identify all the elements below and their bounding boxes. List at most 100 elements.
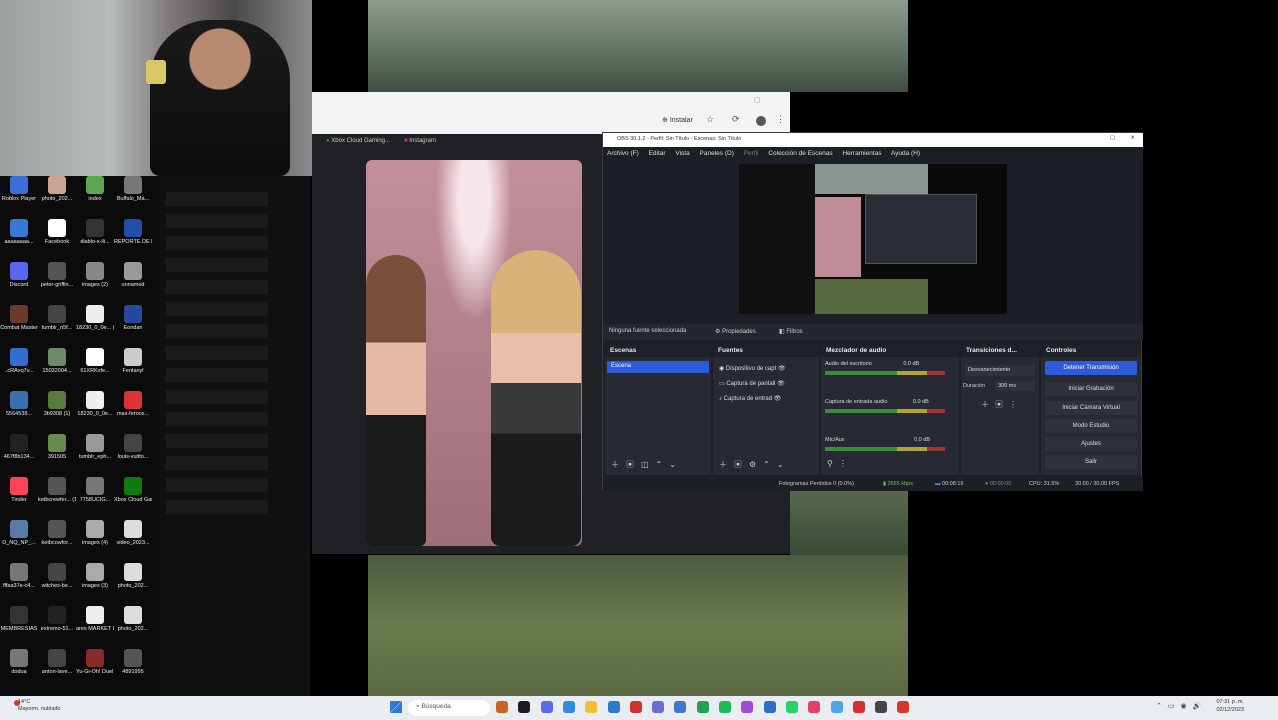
start-virtual-camera-button[interactable]: Iniciar Cámara Virtual [1045,401,1137,415]
taskbar-app-icon[interactable] [785,701,798,713]
desktop-icon[interactable]: REPORTE DE REVISION D... [114,219,152,245]
desktop-icon[interactable]: photo_202... [38,176,76,202]
menu-help[interactable]: Ayuda (H) [891,150,920,157]
desktop-icon[interactable]: 4891995 [114,649,152,675]
taskbar-app-icon[interactable] [897,701,910,713]
desktop-icon[interactable]: images (4) [76,520,114,546]
menu-edit[interactable]: Editar [649,150,666,157]
desktop-icon[interactable]: Buffalo_Ma... [114,176,152,202]
desktop-icon[interactable]: louis-vuitto... [114,434,152,460]
taskbar-app-icon[interactable] [652,701,665,713]
desktop-icon[interactable]: images (2) [76,262,114,288]
desktop-icon[interactable]: max-feroce... [114,391,152,417]
system-tray[interactable]: ⌃▭◉🔊 [1156,702,1207,710]
exit-button[interactable]: Salir [1045,455,1137,469]
menu-docks[interactable]: Paneles (D) [700,150,734,157]
desktop-icon[interactable]: D_NQ_NP_... [0,520,38,546]
desktop-icon[interactable]: 391505 [38,434,76,460]
start-recording-button[interactable]: Iniciar Grabación [1045,382,1137,396]
desktop-icon[interactable]: extremo-51... [38,606,76,632]
taskbar-app-icon[interactable] [696,701,709,713]
desktop-icon[interactable]: anton-lave... [38,649,76,675]
taskbar-app-icon[interactable] [875,701,888,713]
desktop-icon[interactable]: photo_202... [114,606,152,632]
taskbar-app-icon[interactable] [518,701,531,713]
scene-item-escena[interactable]: Escena [607,361,709,373]
source-item-audio-input[interactable]: ♪ Captura de entrad 👁 [719,395,781,402]
bookmark-xbox[interactable]: ● Xbox Cloud Gaming... [326,138,390,144]
desktop-icon[interactable]: fffaa37e-c4... [0,563,38,589]
stop-stream-button[interactable]: Detener Transmisión [1045,361,1137,375]
preview-canvas[interactable] [739,164,1007,314]
desktop-icon[interactable]: 18230_0_0e... [76,391,114,417]
source-item-screen-capture[interactable]: ▭ Captura de pantall 👁 [719,380,785,387]
maximize-icon[interactable]: ▢ [1110,135,1115,141]
desktop-icon[interactable]: 61XRKxfe... [76,348,114,374]
desktop-icon[interactable]: 15032004... [38,348,76,374]
source-item-capture-device[interactable]: ◉ Dispositivo de capt 👁 [719,365,786,372]
desktop-icon[interactable]: diablo-x-ili... [76,219,114,245]
taskbar-app-icon[interactable] [585,701,598,713]
taskbar-app-icon[interactable] [808,701,821,713]
taskbar-app-icon[interactable] [674,701,687,713]
transition-select[interactable]: Desvanecimiento [965,365,1035,376]
minimize-icon[interactable]: ▢ [754,96,761,104]
desktop-icon[interactable]: 5564538... [0,391,38,417]
desktop-icon[interactable]: ..cRAxq7v... [0,348,38,374]
filters-button[interactable]: ◧ Filtros [779,328,803,335]
taskbar-app-icon[interactable] [852,701,865,713]
desktop-icon[interactable]: 7758UCIG... [76,477,114,503]
taskbar-app-icon[interactable] [719,701,731,713]
taskbar-app-icon[interactable] [607,701,620,713]
more-menu-icon[interactable]: ⋮ [776,114,785,125]
close-icon[interactable]: ✕ [1130,135,1135,141]
menu-scene-collection[interactable]: Colección de Escenas [768,150,832,157]
desktop-icon[interactable]: photo_202... [114,563,152,589]
source-controls[interactable]: ＋▣⚙⌃⌄ [719,459,791,470]
taskbar-app-icon[interactable] [629,701,642,713]
desktop-icon[interactable]: index [76,176,114,202]
menu-file[interactable]: Archivo (F) [607,150,639,157]
desktop-icon[interactable]: images (3) [76,563,114,589]
desktop-icon[interactable]: tumblr_n5f... [38,305,76,331]
desktop-icon[interactable]: ketbcowfor... [38,520,76,546]
menu-tools[interactable]: Herramientas [842,150,881,157]
desktop-icon[interactable]: ares MARKET LINK UPDA... [76,606,114,632]
taskbar-app-icon[interactable] [741,701,754,713]
desktop-icon[interactable]: unnamed [114,262,152,288]
studio-mode-button[interactable]: Modo Estudio [1045,419,1137,433]
desktop-icon[interactable]: Facebook [38,219,76,245]
transition-controls[interactable]: ＋▣⋮ [981,399,1023,410]
desktop-icon[interactable]: MEMBRESIAS [0,606,38,632]
desktop-icon[interactable]: Eondan [114,305,152,331]
windows-start-icon[interactable] [390,701,402,713]
desktop-icon[interactable]: tumblr_eph... [76,434,114,460]
desktop-icon[interactable]: ketbcrewfer... (1) [38,477,76,503]
desktop-icon[interactable]: 3b9308 (1) [38,391,76,417]
taskbar-clock[interactable]: 07:31 p. m. 02/12/2023 [1216,699,1244,714]
desktop-icon[interactable]: aaaaaaaa... [0,219,38,245]
duration-input[interactable]: 300 ms [995,381,1035,391]
desktop-icon[interactable]: Yu-Gi-Oh! Duel Links [76,649,114,675]
desktop-icon[interactable]: peter-griffin... [38,262,76,288]
install-button[interactable]: ⊕ Instalar [662,116,693,124]
desktop-icon[interactable]: Xbox Cloud Gaming [114,477,152,503]
taskbar-app-icon[interactable] [763,701,776,713]
desktop-icon[interactable]: 18230_0_0e... (1) [76,305,114,331]
desktop-icon[interactable]: 467f8b134... [0,434,38,460]
instagram-video[interactable] [366,160,582,546]
extensions-icon[interactable]: ⟳ [732,114,740,125]
menu-profile[interactable]: Perfil [744,150,759,157]
bookmark-star-icon[interactable]: ☆ [706,114,714,125]
desktop-icon[interactable]: video_2023... [114,520,152,546]
taskbar-search[interactable]: ⌕ Búsqueda [408,700,490,716]
obs-window[interactable]: OBS 30.1.2 - Perfil: Sin Título - Escena… [602,132,1143,491]
taskbar-app-icon[interactable] [562,701,575,713]
menu-view[interactable]: Vista [675,150,689,157]
settings-button[interactable]: Ajustes [1045,437,1137,451]
desktop-icon[interactable]: witches-be... [38,563,76,589]
desktop-icon[interactable]: dodua [0,649,38,675]
weather-widget[interactable]: 14°C Mayorm. nublado [18,699,61,713]
taskbar-app-icon[interactable] [540,701,553,713]
bookmark-instagram[interactable]: ■ Instagram [404,138,436,144]
